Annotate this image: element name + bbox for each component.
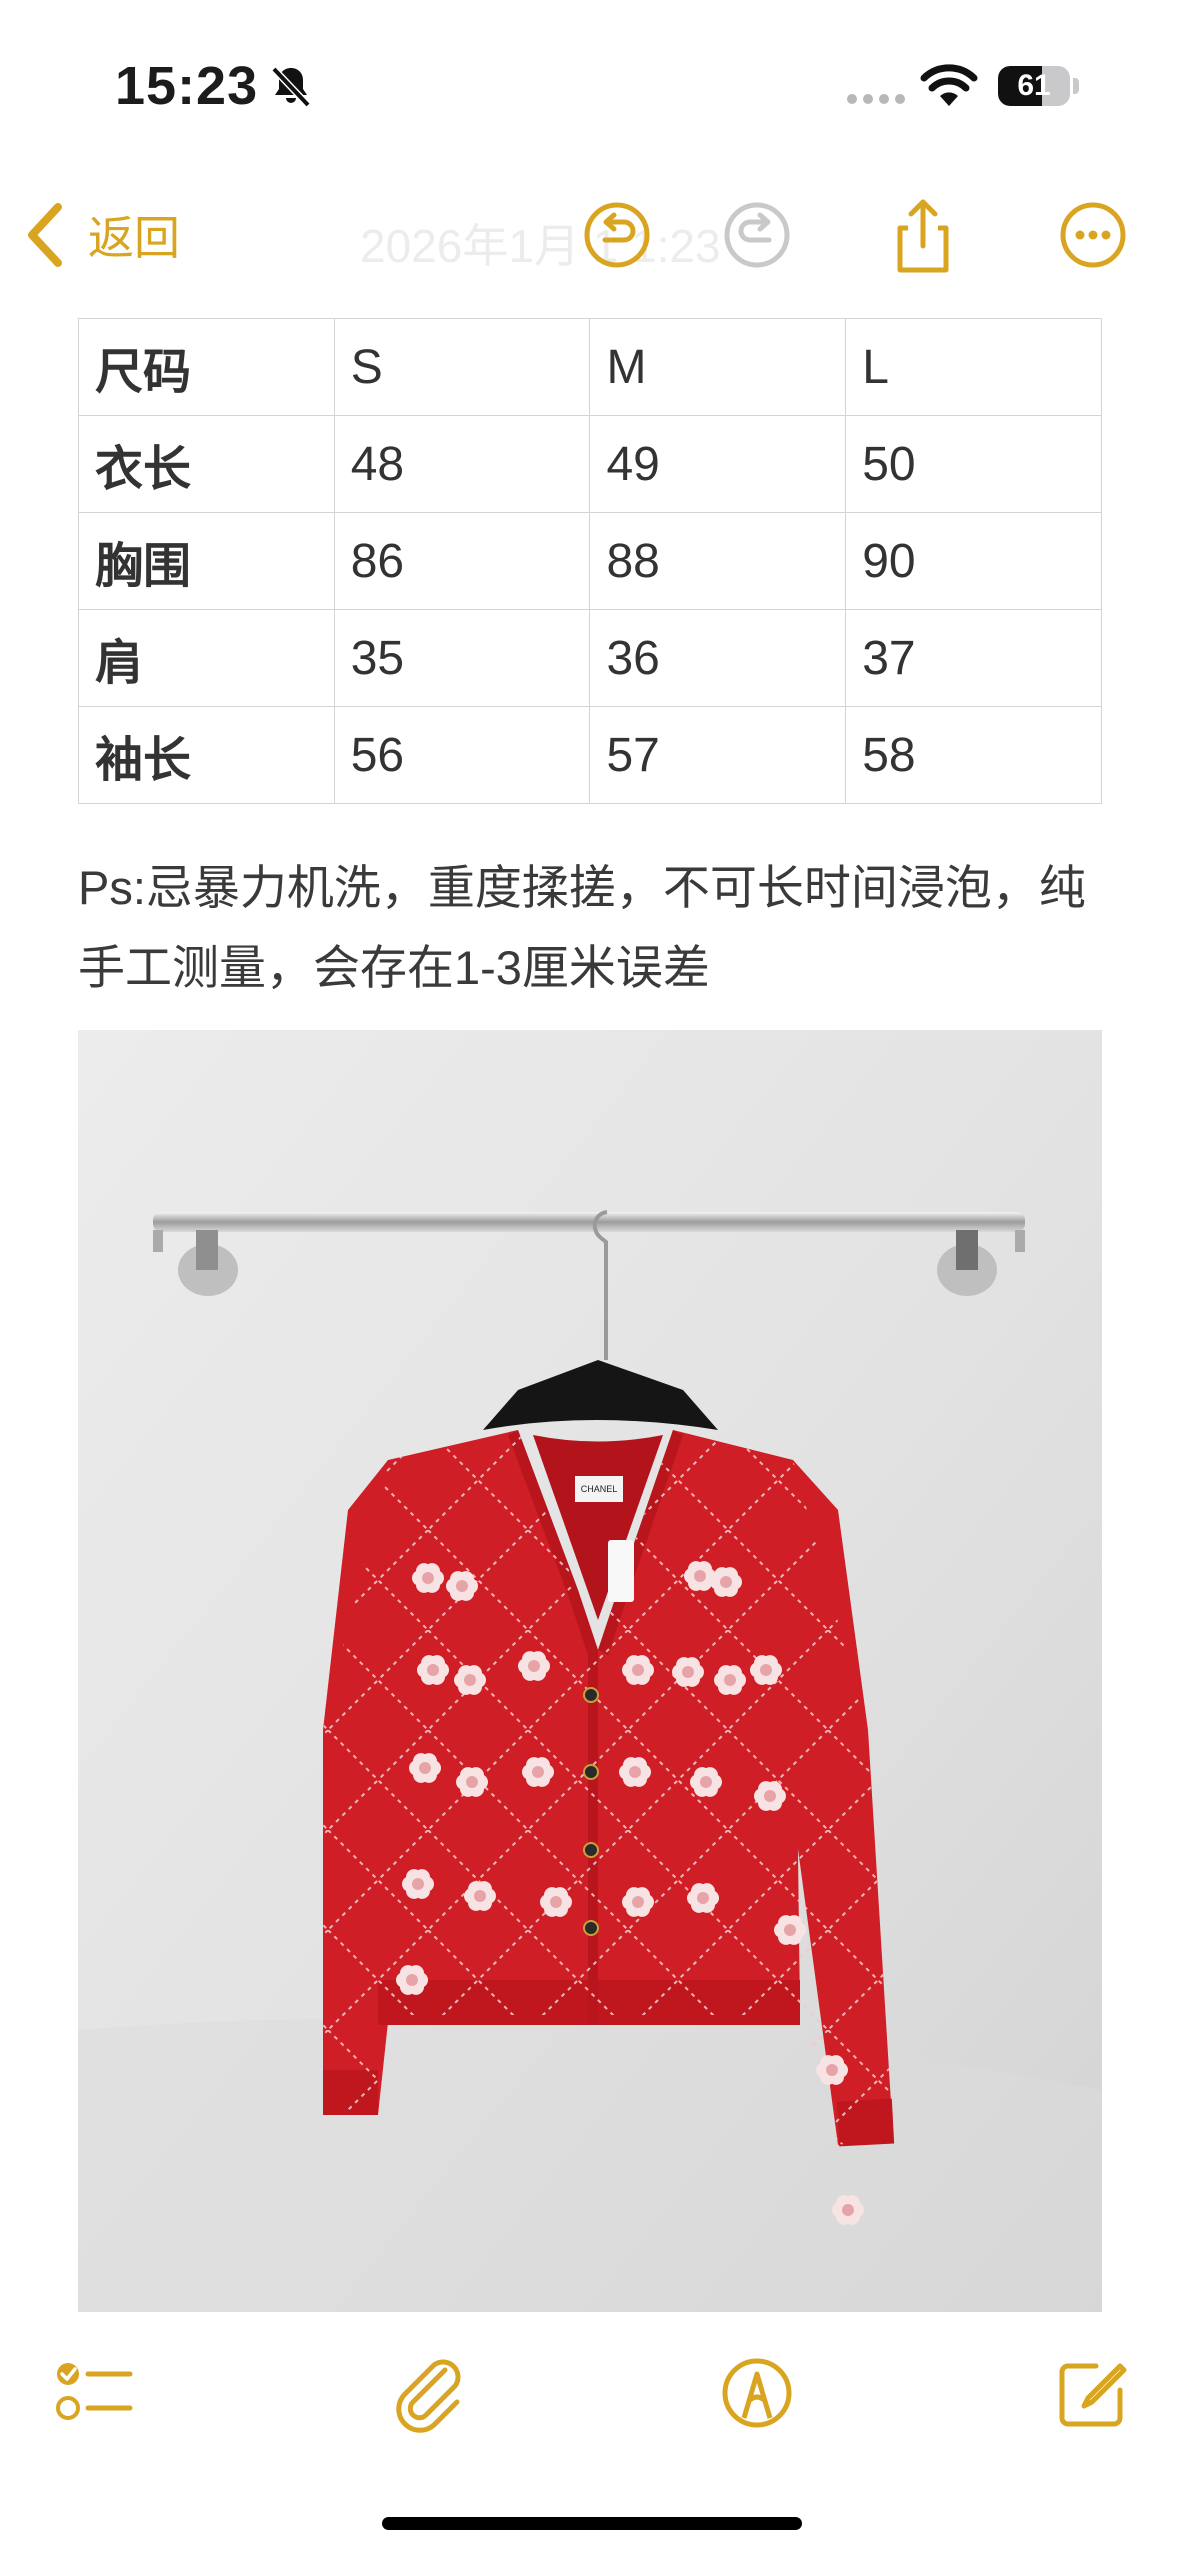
bell-slash-icon [271,66,311,108]
size-table: 尺码 S M L 衣长 48 49 50 胸围 86 88 90 肩 35 36 37 袖长 56 57 58 [78,318,1102,804]
bottom-toolbar [0,2320,1179,2470]
markup-button[interactable] [712,2348,802,2438]
table-cell: 56 [333,706,591,804]
care-note: Ps:忌暴力机洗，重度揉搓，不可长时间浸泡，纯手工测量，会存在1-3厘米误差 [78,861,1086,994]
table-cell: 37 [845,609,1102,707]
share-button[interactable] [878,190,968,280]
table-row: 袖长 56 57 58 [78,706,1102,804]
table-row: 胸围 86 88 90 [78,512,1102,610]
table-row: 衣长 48 49 50 [78,415,1102,513]
row-header-cell: 袖长 [78,706,335,804]
table-cell: L [845,318,1102,416]
note-date-title: 2026年1月 1 1:23 [360,220,721,272]
table-cell: 57 [589,706,847,804]
table-cell: 49 [589,415,847,513]
compose-button[interactable] [1048,2348,1138,2438]
compose-icon [1059,2363,1127,2427]
share-icon [897,199,949,273]
table-cell: 35 [333,609,591,707]
battery-indicator: 61 [998,66,1080,106]
row-header-cell: 胸围 [78,512,335,610]
status-time: 15:23 [115,56,259,116]
cardigan-on-hanger-image: CHANEL [78,1030,1102,2312]
checklist-icon [56,2363,133,2420]
back-label: 返回 [88,212,180,264]
paperclip-icon [396,2359,461,2433]
table-cell: 58 [845,706,1102,804]
table-cell: 36 [589,609,847,707]
table-cell: M [589,318,847,416]
row-header-cell: 衣长 [78,415,335,513]
home-indicator[interactable] [382,2517,802,2530]
table-row: 尺码 S M L [78,318,1102,416]
row-header-cell: 尺码 [78,318,335,416]
redo-button[interactable] [712,190,802,280]
checklist-button[interactable] [48,2348,138,2438]
row-header-cell: 肩 [78,609,335,707]
table-cell: 50 [845,415,1102,513]
markup-pen-icon [722,2358,792,2428]
brand-label: CHANEL [581,1484,618,1494]
undo-button[interactable] [572,190,662,280]
table-cell: S [333,318,591,416]
status-bar: 15:23 61 [0,0,1179,170]
table-cell: 86 [333,512,591,610]
battery-percent: 61 [1017,69,1051,102]
back-button[interactable]: 返回 [22,190,180,280]
table-cell: 88 [589,512,847,610]
product-photo[interactable]: CHANEL [78,1030,1102,2312]
table-cell: 90 [845,512,1102,610]
table-cell: 48 [333,415,591,513]
undo-icon [584,202,650,268]
more-icon [1060,202,1126,268]
more-button[interactable] [1048,190,1138,280]
signal-dots-icon [847,94,905,104]
attach-button[interactable] [385,2348,475,2438]
nav-bar: 返回 2026年1月 1 1:23 [0,170,1179,300]
redo-icon [724,202,790,268]
chevron-left-icon [28,203,62,267]
table-row: 肩 35 36 37 [78,609,1102,707]
wifi-icon [920,64,978,106]
